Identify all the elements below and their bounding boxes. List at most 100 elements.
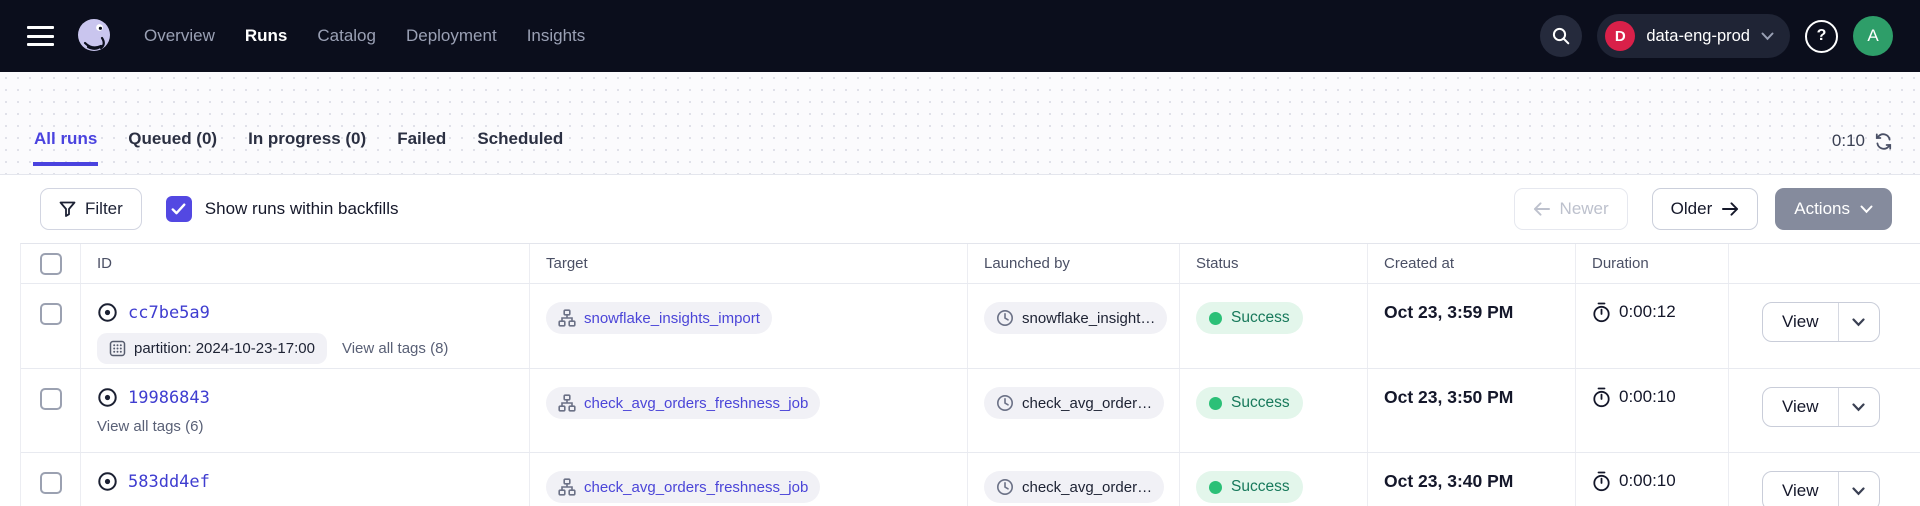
select-all-checkbox[interactable]: [40, 253, 62, 275]
tab-in-progress[interactable]: In progress (0): [247, 129, 367, 166]
view-button-group: View: [1762, 302, 1880, 342]
view-button[interactable]: View: [1763, 472, 1839, 506]
target-job-label: snowflake_insights_import: [584, 310, 760, 327]
launched-by-pill[interactable]: check_avg_order…: [984, 471, 1164, 503]
nav-item-catalog[interactable]: Catalog: [317, 26, 376, 46]
help-icon: ?: [1817, 27, 1827, 45]
row-checkbox[interactable]: [40, 388, 62, 410]
timer-icon: [1592, 387, 1611, 408]
run-id-icon: [97, 302, 118, 323]
duration-value: 0:00:10: [1619, 387, 1676, 407]
tab-queued[interactable]: Queued (0): [127, 129, 218, 166]
target-job-label: check_avg_orders_freshness_job: [584, 479, 808, 496]
target-job-pill[interactable]: check_avg_orders_freshness_job: [546, 387, 820, 419]
filter-icon: [59, 201, 76, 218]
column-header-duration: Duration: [1576, 244, 1729, 283]
run-id-link[interactable]: 583dd4ef: [128, 472, 210, 492]
hamburger-menu-icon[interactable]: [27, 26, 54, 46]
checkbox-check-icon: [171, 203, 186, 215]
refresh-button[interactable]: [1874, 132, 1893, 151]
view-dropdown-button[interactable]: [1839, 303, 1879, 341]
deployment-name: data-eng-prod: [1646, 27, 1750, 46]
nav-item-insights[interactable]: Insights: [527, 26, 586, 46]
arrow-left-icon: [1533, 202, 1550, 216]
view-button[interactable]: View: [1763, 388, 1839, 426]
tab-scheduled[interactable]: Scheduled: [476, 129, 564, 166]
column-header-launched-by: Launched by: [968, 244, 1180, 283]
chevron-down-icon: [1852, 403, 1865, 412]
status-dot: [1209, 397, 1222, 410]
target-job-pill[interactable]: snowflake_insights_import: [546, 302, 772, 334]
view-dropdown-button[interactable]: [1839, 472, 1879, 506]
dagster-logo-icon: [75, 17, 113, 55]
table-row: cc7be5a9 partition: 2024-10-23-17:00: [21, 284, 1920, 369]
duration-value: 0:00:10: [1619, 471, 1676, 491]
dagster-logo[interactable]: [75, 17, 113, 55]
refresh-countdown: 0:10: [1832, 131, 1865, 151]
job-graph-icon: [558, 478, 576, 496]
runs-toolbar: Filter Show runs within backfills Newer …: [0, 175, 1920, 243]
tab-all-runs[interactable]: All runs: [33, 129, 98, 166]
timer-icon: [1592, 302, 1611, 323]
search-icon: [1551, 26, 1571, 46]
nav-item-overview[interactable]: Overview: [144, 26, 215, 46]
run-id-link[interactable]: 19986843: [128, 388, 210, 408]
status-label: Success: [1231, 394, 1290, 412]
runs-table: ID Target Launched by Status Created at …: [20, 243, 1920, 506]
tab-failed[interactable]: Failed: [396, 129, 447, 166]
user-avatar[interactable]: A: [1853, 16, 1893, 56]
launched-by-pill[interactable]: snowflake_insight…: [984, 302, 1167, 334]
backfills-toggle[interactable]: Show runs within backfills: [166, 196, 399, 222]
status-badge: Success: [1196, 302, 1303, 334]
status-badge: Success: [1196, 387, 1303, 419]
older-button[interactable]: Older: [1652, 188, 1759, 230]
partition-tag-label: partition: 2024-10-23-17:00: [134, 340, 315, 357]
column-header-id: ID: [81, 244, 530, 283]
created-at-value: Oct 23, 3:40 PM: [1384, 471, 1513, 492]
refresh-cluster: 0:10: [1832, 131, 1893, 151]
column-header-status: Status: [1180, 244, 1368, 283]
status-dot: [1209, 481, 1222, 494]
run-id-icon: [97, 471, 118, 492]
status-label: Success: [1231, 309, 1290, 327]
row-checkbox[interactable]: [40, 472, 62, 494]
help-button[interactable]: ?: [1805, 20, 1838, 53]
app-root: Overview Runs Catalog Deployment Insight…: [0, 0, 1920, 506]
nav-item-runs[interactable]: Runs: [245, 26, 288, 46]
nav-item-deployment[interactable]: Deployment: [406, 26, 497, 46]
deployment-badge: D: [1605, 21, 1635, 51]
run-id-link[interactable]: cc7be5a9: [128, 303, 210, 323]
view-all-tags-link[interactable]: View all tags (8): [342, 340, 448, 357]
filter-button[interactable]: Filter: [40, 188, 142, 230]
newer-button-label: Newer: [1560, 199, 1609, 219]
chevron-down-icon: [1860, 205, 1873, 214]
created-at-value: Oct 23, 3:59 PM: [1384, 302, 1513, 323]
older-button-label: Older: [1671, 199, 1713, 219]
view-dropdown-button[interactable]: [1839, 388, 1879, 426]
view-button-group: View: [1762, 471, 1880, 506]
newer-button[interactable]: Newer: [1514, 188, 1628, 230]
table-row: 19986843 View all tags (6) check_avg_ord…: [21, 369, 1920, 453]
launched-by-label: check_avg_order…: [1022, 479, 1152, 496]
backfills-checkbox[interactable]: [166, 196, 192, 222]
chevron-down-icon: [1761, 32, 1774, 41]
table-row: 583dd4ef check_avg_orders_freshness_job: [21, 453, 1920, 506]
row-checkbox[interactable]: [40, 303, 62, 325]
timer-icon: [1592, 471, 1611, 492]
arrow-right-icon: [1722, 202, 1739, 216]
view-button[interactable]: View: [1763, 303, 1839, 341]
chevron-down-icon: [1852, 318, 1865, 327]
duration-value: 0:00:12: [1619, 302, 1676, 322]
refresh-icon: [1874, 132, 1893, 151]
launched-by-pill[interactable]: check_avg_order…: [984, 387, 1164, 419]
partition-grid-icon: [109, 340, 126, 357]
target-job-pill[interactable]: check_avg_orders_freshness_job: [546, 471, 820, 503]
actions-button[interactable]: Actions: [1775, 188, 1892, 230]
partition-tag[interactable]: partition: 2024-10-23-17:00: [97, 333, 327, 364]
deployment-switcher[interactable]: D data-eng-prod: [1597, 14, 1790, 58]
runs-tabs-strip: All runs Queued (0) In progress (0) Fail…: [0, 72, 1920, 175]
job-graph-icon: [558, 309, 576, 327]
search-button[interactable]: [1540, 15, 1582, 57]
table-header-row: ID Target Launched by Status Created at …: [21, 244, 1920, 284]
view-all-tags-link[interactable]: View all tags (6): [97, 418, 203, 435]
